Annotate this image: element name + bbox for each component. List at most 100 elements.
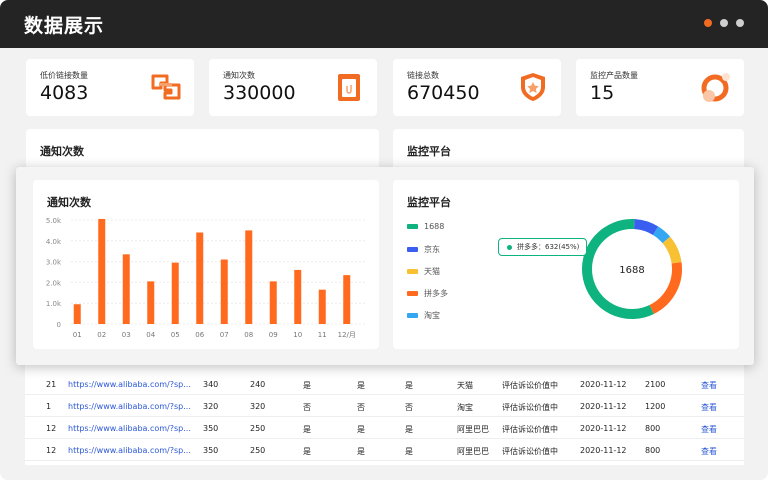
x-tick-label: 11 bbox=[318, 331, 327, 339]
chart-tooltip: 拼多多：632(45%) bbox=[498, 238, 588, 256]
table-cell: 阿里巴巴 bbox=[457, 425, 489, 434]
badge-icon bbox=[521, 73, 545, 101]
x-tick-label: 06 bbox=[195, 331, 204, 339]
table-cell: 21 bbox=[46, 380, 57, 389]
table-cell: 12 bbox=[46, 446, 57, 455]
stat-card-total-links: 链接总数 670450 bbox=[393, 59, 561, 116]
stat-value: 330000 bbox=[223, 82, 296, 104]
table-cell: 是 bbox=[357, 447, 365, 456]
stat-card-low-price-links: 低价链接数量 4083 bbox=[26, 59, 194, 116]
table-cell: 评估诉讼价值中 bbox=[502, 425, 558, 434]
data-table: 21 https://www.alibaba.com/?sp... 340 240 是是… bbox=[25, 365, 744, 465]
table-cell: 1200 bbox=[645, 402, 666, 411]
x-tick-label: 07 bbox=[220, 331, 229, 339]
table-row: 1 https://www.alibaba.com/?sp... 320 320 否 否 否… bbox=[25, 395, 744, 417]
stat-card-notifications: 通知次数 330000 bbox=[209, 59, 377, 116]
x-tick-label: 09 bbox=[269, 331, 278, 339]
table-cell: 2020-11-12 bbox=[580, 446, 627, 455]
view-link[interactable]: 查看 bbox=[701, 380, 717, 391]
view-link[interactable]: 查看 bbox=[701, 424, 717, 435]
table-cell: 评估诉讼价值中 bbox=[502, 403, 558, 412]
notify-chart-card: 通知次数 0 1.0k 2.0k 3.0k 4.0k 5.0k 01 02 03 04 05 06 07… bbox=[33, 180, 379, 349]
y-tick-label: 4.0k bbox=[46, 238, 62, 246]
y-tick-label: 0 bbox=[57, 321, 61, 329]
table-row: 12 https://www.alibaba.com/?sp... 350 250 是 是… bbox=[25, 417, 744, 439]
table-cell: 是 bbox=[303, 381, 311, 390]
stat-value: 4083 bbox=[40, 82, 89, 104]
table-cell: 是 bbox=[303, 447, 311, 456]
table-cell: 340 bbox=[203, 380, 219, 389]
row-url-link[interactable]: https://www.alibaba.com/?sp... bbox=[68, 446, 191, 455]
table-cell: 1 bbox=[46, 402, 52, 411]
x-tick-label: 05 bbox=[171, 331, 180, 339]
bar bbox=[343, 275, 351, 324]
donut-slice bbox=[662, 236, 682, 264]
y-tick-label: 5.0k bbox=[46, 217, 62, 225]
table-cell: 350 bbox=[203, 446, 219, 455]
bar bbox=[98, 218, 106, 324]
bar bbox=[147, 281, 155, 324]
x-tick-label: 10 bbox=[293, 331, 302, 339]
table-cell: 评估诉讼价值中 bbox=[502, 447, 558, 456]
table-cell: 2100 bbox=[645, 380, 666, 389]
table-cell: 是 bbox=[303, 425, 311, 434]
platform-panel-bg: 监控平台 bbox=[393, 129, 744, 169]
table-cell: 2020-11-12 bbox=[580, 424, 627, 433]
table-row: 21 https://www.alibaba.com/?sp... 340 240 是 是… bbox=[25, 373, 744, 395]
table-cell: 是 bbox=[405, 447, 413, 456]
table-cell: 250 bbox=[250, 446, 266, 455]
page-dot-2[interactable] bbox=[720, 19, 728, 27]
table-cell: 否 bbox=[405, 403, 413, 412]
donut-slice bbox=[652, 226, 671, 244]
table-cell: 阿里巴巴 bbox=[457, 447, 489, 456]
link-icon bbox=[151, 74, 181, 100]
row-url-link[interactable]: https://www.alibaba.com/?sp... bbox=[68, 402, 191, 411]
table-cell: 否 bbox=[357, 403, 365, 412]
table-cell: 是 bbox=[405, 381, 413, 390]
table-cell: 是 bbox=[357, 425, 365, 434]
stat-label: 通知次数 bbox=[223, 71, 255, 80]
bar bbox=[220, 259, 228, 324]
table-row: 12 https://www.alibaba.com/?sp... 350 250 是 是… bbox=[25, 439, 744, 461]
table-cell: 250 bbox=[250, 424, 266, 433]
table-cell: 评估诉讼价值中 bbox=[502, 381, 558, 390]
bar bbox=[171, 262, 179, 324]
x-tick-label: 03 bbox=[122, 331, 131, 339]
table-cell: 800 bbox=[645, 424, 661, 433]
table-cell: 天猫 bbox=[457, 381, 473, 390]
x-tick-label: 12/月 bbox=[338, 331, 356, 339]
table-cell: 2020-11-12 bbox=[580, 380, 627, 389]
stat-label: 监控产品数量 bbox=[590, 71, 638, 80]
table-cell: 350 bbox=[203, 424, 219, 433]
stat-value: 670450 bbox=[407, 82, 480, 104]
chart-overlay: 通知次数 0 1.0k 2.0k 3.0k 4.0k 5.0k 01 02 03 04 05 06 07… bbox=[16, 167, 754, 365]
table-cell: 淘宝 bbox=[457, 403, 473, 412]
panel-title: 监控平台 bbox=[407, 145, 451, 158]
x-tick-label: 02 bbox=[97, 331, 106, 339]
row-url-link[interactable]: https://www.alibaba.com/?sp... bbox=[68, 380, 191, 389]
view-link[interactable]: 查看 bbox=[701, 402, 717, 413]
page-dot-3[interactable] bbox=[736, 19, 744, 27]
row-url-link[interactable]: https://www.alibaba.com/?sp... bbox=[68, 424, 191, 433]
page-dot-1[interactable] bbox=[704, 19, 712, 27]
bar bbox=[196, 232, 204, 324]
tooltip-dot bbox=[507, 244, 512, 250]
clipboard-icon bbox=[338, 74, 360, 101]
table-cell: 320 bbox=[250, 402, 266, 411]
view-link[interactable]: 查看 bbox=[701, 446, 717, 457]
table-cell: 否 bbox=[303, 403, 311, 412]
bar bbox=[73, 304, 81, 324]
stat-label: 链接总数 bbox=[407, 71, 439, 80]
bar bbox=[122, 254, 130, 324]
donut-center-label: 1688 bbox=[619, 265, 644, 276]
table-cell: 320 bbox=[203, 402, 219, 411]
x-tick-label: 08 bbox=[244, 331, 253, 339]
table-cell: 240 bbox=[250, 380, 266, 389]
platform-donut-chart: 1688 bbox=[582, 219, 682, 319]
pie-icon bbox=[701, 73, 730, 102]
title-bar: 数据展示 bbox=[0, 0, 768, 48]
bar bbox=[294, 269, 302, 324]
stat-card-monitored-products: 监控产品数量 15 bbox=[576, 59, 744, 116]
donut-slice bbox=[649, 262, 682, 314]
stat-value: 15 bbox=[590, 82, 615, 104]
